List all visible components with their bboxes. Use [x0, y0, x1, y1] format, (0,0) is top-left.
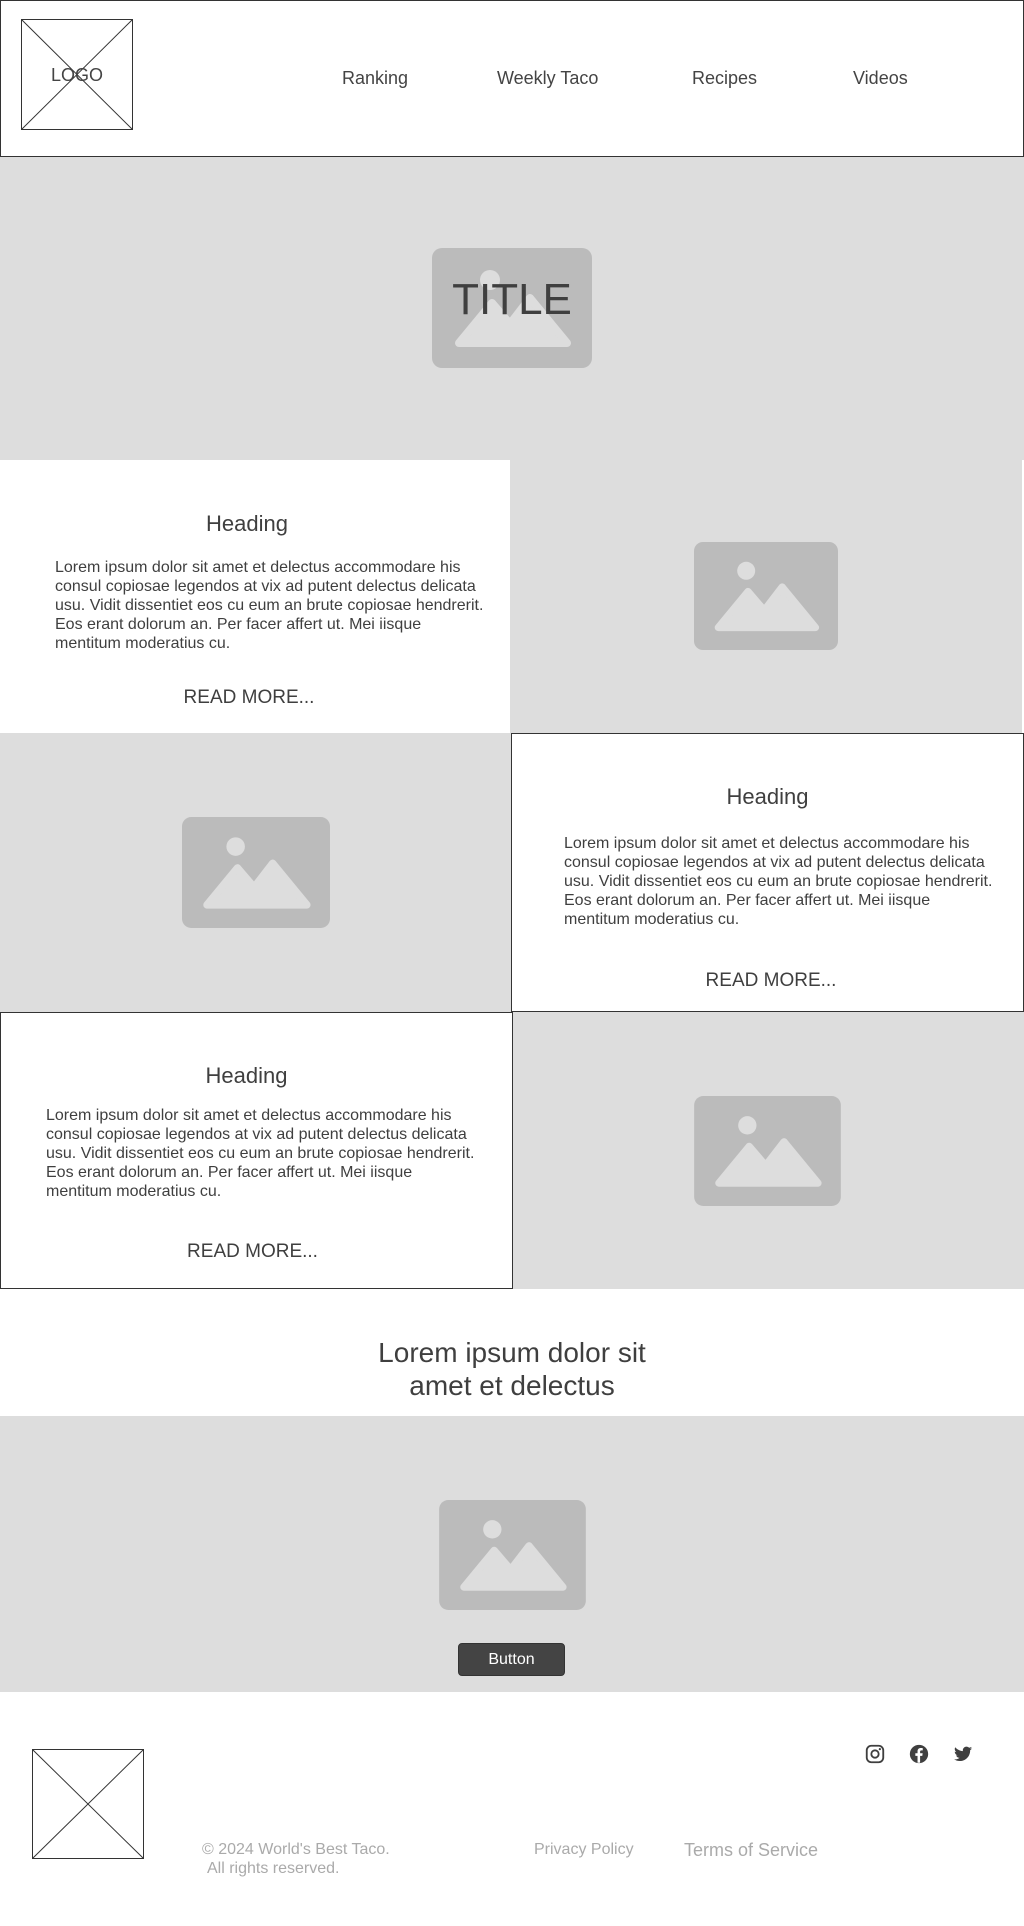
block-1-image-icon — [694, 542, 838, 650]
instagram-icon[interactable] — [864, 1743, 886, 1765]
block-1-body: Lorem ipsum dolor sit amet et delectus a… — [55, 559, 484, 652]
nav-weekly-taco[interactable]: Weekly Taco — [497, 67, 598, 89]
block-1-heading: Heading — [206, 511, 288, 536]
twitter-icon[interactable] — [952, 1743, 974, 1765]
copyright-line-2: All rights reserved. — [207, 1860, 340, 1877]
logo[interactable]: LOGO — [21, 19, 133, 130]
footer-logo[interactable] — [32, 1749, 144, 1859]
facebook-icon[interactable] — [908, 1743, 930, 1765]
block-2-heading: Heading — [726, 784, 809, 809]
nav-videos[interactable]: Videos — [853, 67, 908, 89]
block-1-read-more-link[interactable]: READ MORE... — [0, 687, 498, 709]
block-2-read-more-link[interactable]: READ MORE... — [511, 970, 1024, 992]
block-3-read-more-link[interactable]: READ MORE... — [0, 1241, 505, 1263]
cta-heading-line-1: Lorem ipsum dolor sit — [378, 1337, 646, 1368]
cta-button[interactable]: Button — [458, 1643, 565, 1676]
cta-heading: Lorem ipsum dolor sit amet et delectus — [0, 1336, 1024, 1402]
block-2-body: Lorem ipsum dolor sit amet et delectus a… — [564, 835, 993, 928]
privacy-policy-link[interactable]: Privacy Policy — [534, 1840, 634, 1859]
logo-text: LOGO — [50, 65, 103, 85]
nav-recipes[interactable]: Recipes — [692, 67, 757, 89]
nav-ranking[interactable]: Ranking — [342, 67, 408, 89]
cta-heading-line-2: amet et delectus — [409, 1370, 615, 1401]
terms-of-service-link[interactable]: Terms of Service — [684, 1840, 818, 1861]
block-2-image-icon — [182, 817, 330, 928]
hero-title: TITLE — [452, 275, 572, 324]
footer-logo-placeholder-cross — [33, 1750, 143, 1858]
block-3-heading: Heading — [205, 1063, 288, 1088]
block-3-body: Lorem ipsum dolor sit amet et delectus a… — [46, 1107, 475, 1200]
cta-image-icon — [439, 1500, 586, 1610]
copyright-line-1: © 2024 World's Best Taco. — [202, 1841, 390, 1858]
block-3-image-icon — [694, 1096, 841, 1206]
